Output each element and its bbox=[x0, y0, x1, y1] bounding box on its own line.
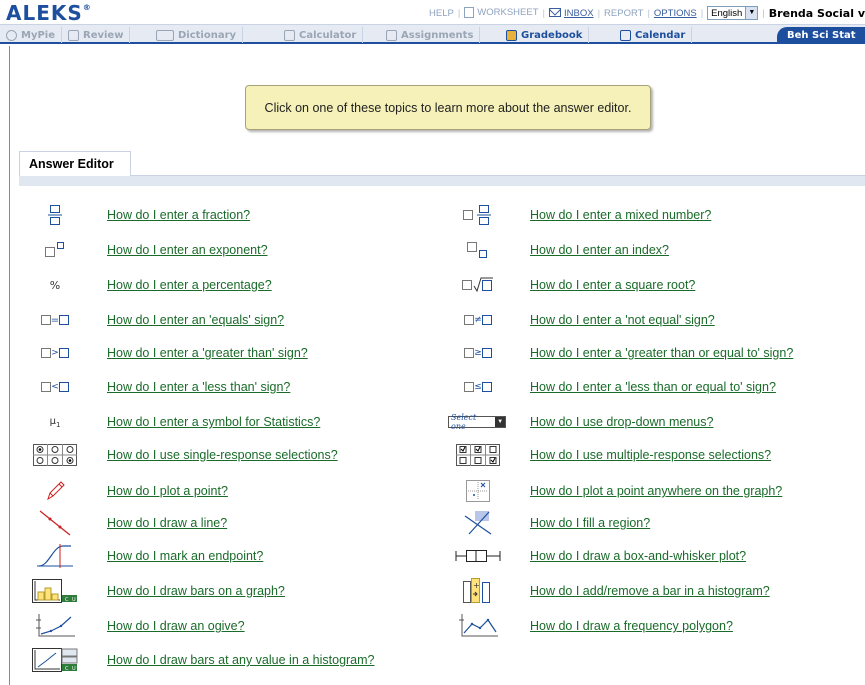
aleks-logo: ALEKS® bbox=[6, 1, 92, 25]
index-icon bbox=[448, 240, 508, 260]
tab-gradebook[interactable]: Gradebook bbox=[500, 27, 590, 43]
less-equal-icon: ≤ bbox=[448, 377, 508, 397]
select-dropdown-icon: Select one ▼ bbox=[448, 412, 508, 432]
svg-text:U: U bbox=[72, 597, 76, 603]
document-icon bbox=[464, 7, 475, 19]
calculator-icon bbox=[284, 29, 295, 41]
topic-link[interactable]: How do I fill a region? bbox=[530, 516, 650, 530]
topic-link[interactable]: How do I draw a frequency polygon? bbox=[530, 619, 733, 633]
info-tooltip: Click on one of these topics to learn mo… bbox=[245, 85, 651, 130]
graph-point-icon bbox=[448, 480, 508, 502]
top-links: HELP | WORKSHEET | INBOX | REPORT | OPTI… bbox=[425, 5, 865, 21]
histogram-bars-icon: CU bbox=[25, 648, 85, 672]
percent-icon: % bbox=[49, 278, 61, 292]
worksheet-link[interactable]: WORKSHEET bbox=[460, 7, 542, 19]
less-than-icon: < bbox=[25, 377, 85, 397]
inbox-link[interactable]: INBOX bbox=[545, 8, 598, 19]
report-link[interactable]: REPORT bbox=[600, 8, 647, 19]
topic-link[interactable]: How do I enter a fraction? bbox=[107, 208, 250, 222]
tab-mypie[interactable]: MyPie bbox=[0, 27, 63, 43]
topic-link[interactable]: How do I use drop-down menus? bbox=[530, 415, 713, 429]
bar-graph-icon: CU bbox=[25, 579, 85, 603]
topic-link[interactable]: How do I use single-response selections? bbox=[107, 448, 338, 462]
ogive-icon bbox=[25, 614, 85, 637]
chevron-down-icon: ▼ bbox=[745, 7, 758, 19]
svg-text:C: C bbox=[65, 597, 69, 603]
draw-line-icon bbox=[25, 510, 85, 536]
not-equal-icon: ≠ bbox=[448, 310, 508, 330]
course-tab[interactable]: Beh Sci Stat bbox=[777, 27, 865, 44]
pie-icon bbox=[6, 29, 17, 41]
fraction-icon bbox=[25, 205, 85, 225]
tab-review[interactable]: Review bbox=[62, 27, 131, 43]
envelope-icon bbox=[549, 8, 561, 18]
topic-link[interactable]: How do I enter a square root? bbox=[530, 278, 695, 292]
topic-link[interactable]: How do I enter a percentage? bbox=[107, 278, 272, 292]
tab-answer-editor[interactable]: Answer Editor bbox=[19, 151, 131, 176]
square-root-icon bbox=[448, 275, 508, 295]
topic-link[interactable]: How do I enter a 'greater than or equal … bbox=[530, 346, 793, 360]
nav-bar: MyPie Review Dictionary Calculator Assig… bbox=[0, 24, 865, 44]
exponent-icon bbox=[25, 240, 85, 260]
topic-link[interactable]: How do I enter an 'equals' sign? bbox=[107, 313, 284, 327]
radio-buttons-icon bbox=[25, 444, 85, 466]
box-whisker-icon bbox=[448, 546, 508, 566]
section-bar bbox=[19, 175, 865, 186]
topic-link[interactable]: How do I draw bars at any value in a his… bbox=[107, 653, 375, 667]
topic-link[interactable]: How do I enter a symbol for Statistics? bbox=[107, 415, 320, 429]
topic-link[interactable]: How do I enter a 'greater than' sign? bbox=[107, 346, 308, 360]
topic-link[interactable]: How do I add/remove a bar in a histogram… bbox=[530, 584, 770, 598]
checkboxes-icon bbox=[448, 444, 508, 466]
tab-assignments[interactable]: Assignments bbox=[380, 27, 481, 43]
frame-border bbox=[9, 46, 10, 685]
topic-link[interactable]: How do I enter a 'less than or equal to'… bbox=[530, 380, 776, 394]
topic-link[interactable]: How do I mark an endpoint? bbox=[107, 549, 263, 563]
add-remove-bar-icon: + bbox=[448, 578, 508, 603]
topic-link[interactable]: How do I draw bars on a graph? bbox=[107, 584, 285, 598]
pencil-icon bbox=[25, 481, 85, 501]
topic-link[interactable]: How do I enter a mixed number? bbox=[530, 208, 711, 222]
book-icon bbox=[156, 29, 174, 41]
topic-link[interactable]: How do I enter a 'not equal' sign? bbox=[530, 313, 715, 327]
frequency-polygon-icon bbox=[448, 614, 508, 637]
endpoint-curve-icon bbox=[25, 544, 85, 568]
statistics-symbol-icon: μ1 bbox=[49, 415, 61, 429]
user-name[interactable]: Brenda Social v bbox=[765, 7, 865, 20]
equals-icon: = bbox=[25, 310, 85, 330]
topic-link[interactable]: How do I plot a point anywhere on the gr… bbox=[530, 484, 782, 498]
mixed-number-icon bbox=[448, 205, 508, 225]
tab-calendar[interactable]: Calendar bbox=[614, 27, 693, 43]
gradebook-icon bbox=[506, 29, 517, 41]
greater-equal-icon: ≥ bbox=[448, 343, 508, 363]
tab-calculator[interactable]: Calculator bbox=[278, 27, 364, 43]
topic-link[interactable]: How do I enter a 'less than' sign? bbox=[107, 380, 290, 394]
check-icon bbox=[68, 29, 79, 41]
tab-dictionary[interactable]: Dictionary bbox=[150, 27, 244, 43]
topic-link[interactable]: How do I use multiple-response selection… bbox=[530, 448, 771, 462]
svg-text:C: C bbox=[65, 666, 69, 672]
topic-link[interactable]: How do I draw a line? bbox=[107, 516, 227, 530]
assignment-icon bbox=[386, 29, 397, 41]
topic-link[interactable]: How do I enter an exponent? bbox=[107, 243, 268, 257]
options-link[interactable]: OPTIONS bbox=[650, 8, 701, 19]
topic-link[interactable]: How do I enter an index? bbox=[530, 243, 669, 257]
topic-link[interactable]: How do I plot a point? bbox=[107, 484, 228, 498]
help-link[interactable]: HELP bbox=[425, 8, 458, 19]
calendar-icon bbox=[620, 29, 631, 41]
greater-than-icon: > bbox=[25, 343, 85, 363]
topic-link[interactable]: How do I draw a box-and-whisker plot? bbox=[530, 549, 746, 563]
topic-link[interactable]: How do I draw an ogive? bbox=[107, 619, 245, 633]
top-bar: ALEKS® HELP | WORKSHEET | INBOX | REPORT… bbox=[0, 0, 865, 25]
fill-region-icon bbox=[448, 511, 508, 535]
svg-text:U: U bbox=[72, 666, 76, 672]
svg-text:+: + bbox=[473, 581, 480, 590]
language-select[interactable]: English ▼ bbox=[707, 6, 759, 20]
